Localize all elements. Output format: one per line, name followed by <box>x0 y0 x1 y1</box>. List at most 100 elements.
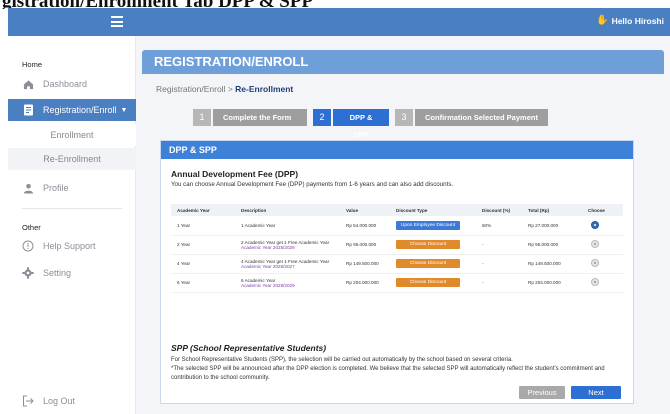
sidebar-item-label: Enrollment <box>50 130 94 140</box>
year-cell: 2 Year <box>171 235 235 255</box>
logout-icon <box>22 395 34 407</box>
discount-button[interactable]: Choose Discount <box>396 278 460 287</box>
discount-type-cell: Choose Discount <box>390 273 476 293</box>
discount-pct-cell: - <box>476 235 522 255</box>
step-number: 1 <box>193 109 211 126</box>
choose-cell <box>582 254 623 274</box>
sidebar-item-help-support[interactable]: Help Support <box>8 235 136 257</box>
step-complete-form[interactable]: 1 Complete the Form <box>193 109 307 126</box>
hamburger-menu-icon[interactable] <box>111 16 123 27</box>
sidebar-item-label: Log Out <box>43 396 76 406</box>
spp-line-2: *The selected SPP will be announced afte… <box>171 366 605 381</box>
step-label: DPP & SPP <box>333 109 389 139</box>
description-main: 4 Academic Year get 1 Free Academic Year <box>241 258 330 264</box>
step-number: 3 <box>395 109 413 126</box>
column-header: Total (Rp) <box>522 204 582 216</box>
user-greeting[interactable]: ✋ Hello Hiroshi <box>596 15 664 26</box>
description-sub: Academic Year 2026/2027 <box>241 263 295 269</box>
step-dpp-spp[interactable]: 2 DPP & SPP <box>313 109 389 139</box>
column-header: Choose <box>582 204 623 216</box>
column-header: Discount (%) <box>476 204 522 216</box>
navigation-buttons: Previous Next <box>519 386 621 399</box>
table-row: 6 Year 6 Academic Year Academic Year 202… <box>171 273 623 293</box>
sidebar-item-label: Profile <box>43 183 69 193</box>
dpp-description: You can choose Annual Development Fee (D… <box>171 181 454 188</box>
previous-button[interactable]: Previous <box>519 386 565 399</box>
chevron-down-icon: ▼ <box>120 106 128 114</box>
app-window: gistration/Enrollment Tab DPP & SPP ✋ He… <box>0 0 670 414</box>
discount-type-cell: Choose Discount <box>390 254 476 274</box>
discount-button[interactable]: Upon Employee Discount <box>396 220 460 230</box>
choose-radio[interactable] <box>591 220 599 229</box>
breadcrumb-current: Re-Enrollment <box>235 84 294 94</box>
discount-type-cell: Choose Discount <box>390 235 476 255</box>
page-title: REGISTRATION/ENROLL <box>142 50 664 74</box>
discount-button[interactable]: Choose Discount <box>396 240 460 249</box>
sidebar-item-registration[interactable]: Registration/Enroll ▼ <box>8 99 136 121</box>
home-section-label: Home <box>22 60 43 69</box>
value-cell: Rp 149.500.000 <box>340 254 390 274</box>
spp-line-1: For School Representative Students (SPP)… <box>171 357 513 363</box>
dpp-spp-card: DPP & SPP Annual Development Fee (DPP) Y… <box>160 140 634 404</box>
column-header: Description <box>235 204 340 216</box>
dpp-title: Annual Development Fee (DPP) <box>171 169 299 179</box>
description-main: 1 Academic Year <box>241 222 276 228</box>
year-cell: 1 Year <box>171 216 235 236</box>
description-cell: 4 Academic Year get 1 Free Academic Year… <box>235 254 340 274</box>
sidebar-item-profile[interactable]: Profile <box>8 177 136 199</box>
next-button[interactable]: Next <box>571 386 621 399</box>
breadcrumb-separator: > <box>227 84 233 94</box>
discount-pct-cell: 50% <box>476 216 522 236</box>
other-section-label: Other <box>22 223 41 232</box>
sidebar: Home Dashboard Registration/Enroll ▼ Enr… <box>8 36 136 414</box>
choose-cell <box>582 235 623 255</box>
document-icon <box>22 104 34 116</box>
user-icon <box>22 182 34 194</box>
card-title: DPP & SPP <box>161 141 633 159</box>
sidebar-item-label: Registration/Enroll <box>43 105 117 115</box>
breadcrumb: Registration/Enroll > Re-Enrollment <box>156 84 293 94</box>
description-cell: 2 Academic Year get 1 Free Academic Year… <box>235 235 340 255</box>
table-row: 4 Year 4 Academic Year get 1 Free Academ… <box>171 254 623 274</box>
discount-button[interactable]: Choose Discount <box>396 259 460 268</box>
description-sub: Academic Year 2025/2026 <box>241 244 295 250</box>
value-cell: Rp 54.000.000 <box>340 216 390 236</box>
sidebar-item-re-enrollment[interactable]: Re-Enrollment <box>8 148 136 170</box>
description-cell: 6 Academic Year Academic Year 2028/2029 <box>235 273 340 293</box>
sidebar-item-dashboard[interactable]: Dashboard <box>8 73 136 95</box>
table-row: 1 Year 1 Academic Year Rp 54.000.000 Upo… <box>171 216 623 236</box>
description-sub: Academic Year 2028/2029 <box>241 282 295 288</box>
column-header: Academic Year <box>171 204 235 216</box>
discount-pct-cell: - <box>476 273 522 293</box>
description-cell: 1 Academic Year <box>235 216 340 236</box>
home-icon <box>22 78 34 90</box>
choose-radio[interactable] <box>591 240 599 248</box>
discount-pct-cell: - <box>476 254 522 274</box>
sidebar-item-label: Setting <box>43 268 72 278</box>
logout-button[interactable]: Log Out <box>8 390 136 412</box>
total-cell: Rp 95.000.000 <box>522 235 582 255</box>
waving-hand-icon: ✋ <box>596 15 609 26</box>
sidebar-item-setting[interactable]: Setting <box>8 262 136 284</box>
choose-radio[interactable] <box>591 259 599 267</box>
gear-icon <box>22 267 34 279</box>
sidebar-item-enrollment[interactable]: Enrollment <box>8 124 136 146</box>
choose-radio[interactable] <box>591 278 599 286</box>
description-main: 2 Academic Year get 1 Free Academic Year <box>241 239 330 245</box>
value-cell: Rp 95.000.000 <box>340 235 390 255</box>
sidebar-item-label: Help Support <box>43 241 96 251</box>
discount-type-cell: Upon Employee Discount <box>390 216 476 236</box>
value-cell: Rp 204.000.000 <box>340 273 390 293</box>
sidebar-item-label: Dashboard <box>43 79 88 89</box>
top-bar: ✋ Hello Hiroshi <box>8 8 670 36</box>
column-header: Discount Type <box>390 204 476 216</box>
total-cell: Rp 149.500.000 <box>522 254 582 274</box>
step-confirmation[interactable]: 3 Confirmation Selected Payment <box>395 109 548 126</box>
greeting-text: Hello Hiroshi <box>611 15 664 26</box>
total-cell: Rp 204.000.000 <box>522 273 582 293</box>
table-header-row: Academic Year Description Value Discount… <box>171 204 623 216</box>
breadcrumb-parent[interactable]: Registration/Enroll <box>156 84 225 94</box>
main-content: REGISTRATION/ENROLL Registration/Enroll … <box>136 36 670 414</box>
spp-title: SPP (School Representative Students) <box>171 343 327 353</box>
sidebar-divider <box>22 208 122 209</box>
